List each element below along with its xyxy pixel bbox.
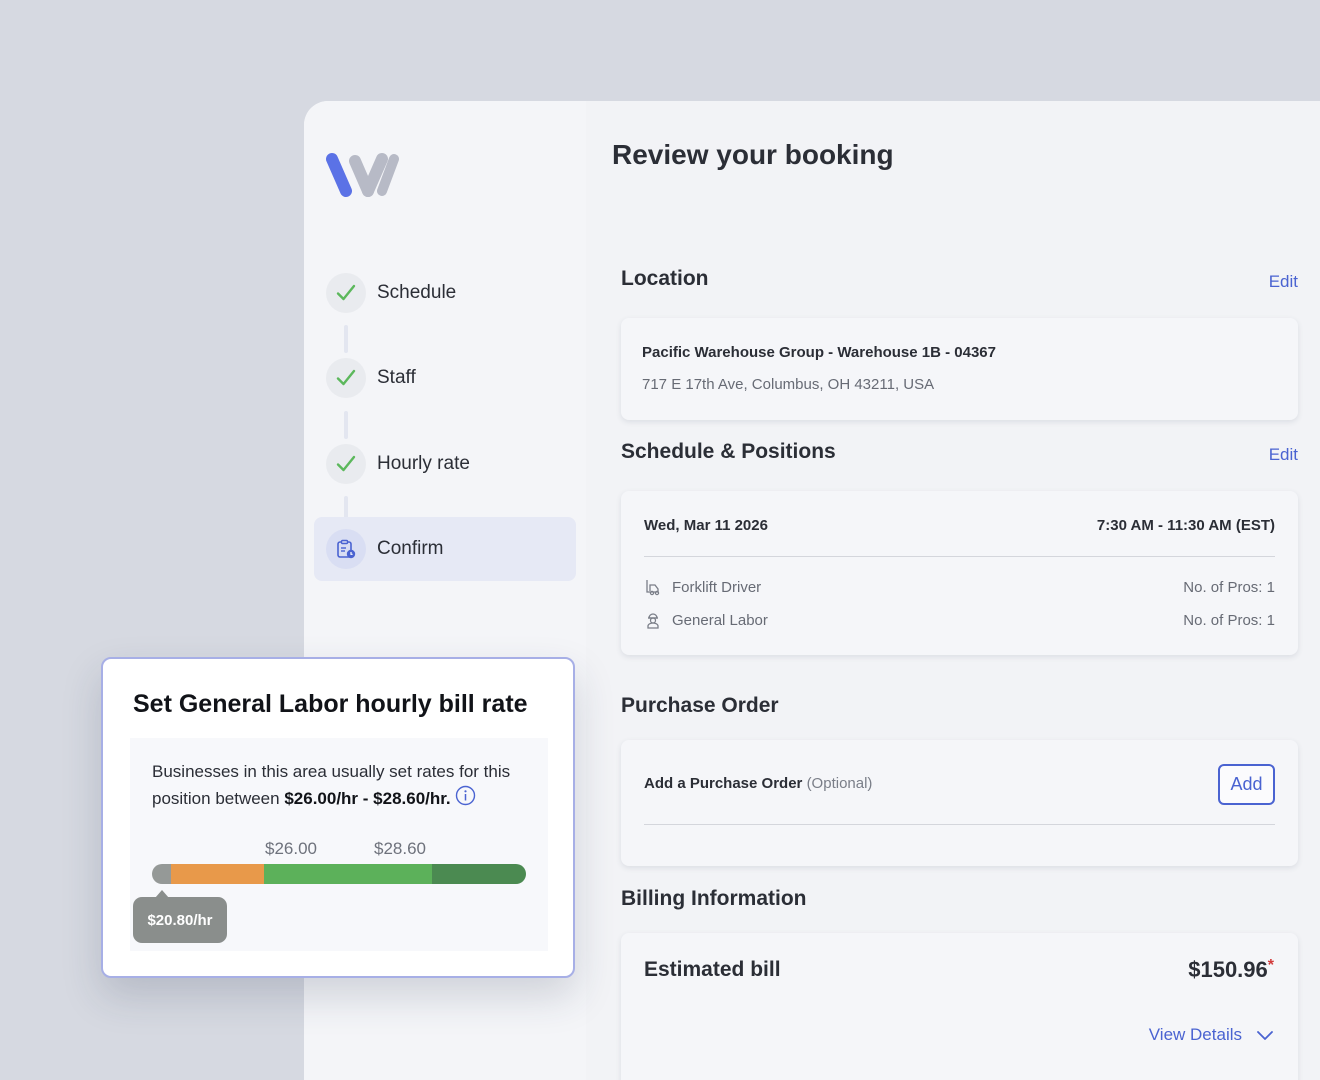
- position-name: General Labor: [672, 611, 768, 629]
- schedule-time: 7:30 AM - 11:30 AM (EST): [1096, 517, 1275, 534]
- main-content: Review your booking Location Edit Pacifi…: [586, 101, 1320, 1080]
- schedule-date: Wed, Mar 11 2026: [644, 517, 768, 534]
- step-confirm[interactable]: Confirm: [314, 517, 576, 581]
- rate-bar-segment-high: [432, 864, 526, 884]
- rate-range-bar[interactable]: [152, 864, 526, 884]
- location-card: Pacific Warehouse Group - Warehouse 1B -…: [621, 318, 1298, 420]
- purchase-order-label: Add a Purchase Order (Optional): [644, 775, 872, 792]
- check-icon: [326, 444, 366, 484]
- step-schedule[interactable]: Schedule: [314, 261, 576, 325]
- optional-tag: (Optional): [806, 775, 873, 792]
- rate-bar-segment-below-range: [152, 864, 171, 884]
- estimated-bill-amount: $150.96*: [1188, 957, 1274, 983]
- schedule-edit-link[interactable]: Edit: [1269, 445, 1298, 465]
- app-logo: [326, 153, 399, 197]
- step-label: Confirm: [377, 538, 444, 559]
- chevron-down-icon: [1257, 1031, 1273, 1040]
- hourly-rate-popup: Set General Labor hourly bill rate Busin…: [101, 657, 575, 978]
- location-name: Pacific Warehouse Group - Warehouse 1B -…: [642, 344, 996, 361]
- divider: [644, 824, 1275, 825]
- step-label: Staff: [377, 367, 416, 388]
- step-label: Schedule: [377, 282, 457, 303]
- position-row: General Labor No. of Pros: 1: [644, 609, 1275, 631]
- required-asterisk: *: [1267, 957, 1274, 974]
- rate-bar-segment-low: [170, 864, 265, 884]
- step-hourly-rate[interactable]: Hourly rate: [314, 432, 576, 496]
- check-icon: [326, 358, 366, 398]
- position-name: Forklift Driver: [672, 578, 762, 596]
- current-rate-tooltip: $20.80/hr: [133, 890, 227, 943]
- clipboard-icon: [326, 529, 366, 569]
- location-heading: Location: [621, 267, 709, 290]
- view-details-link[interactable]: View Details: [1149, 1025, 1274, 1045]
- info-icon[interactable]: [455, 785, 476, 814]
- tick-label-low: $26.00: [265, 839, 317, 858]
- check-icon: [326, 273, 366, 313]
- location-address: 717 E 17th Ave, Columbus, OH 43211, USA: [642, 376, 935, 393]
- position-count: No. of Pros: 1: [1183, 578, 1275, 596]
- estimated-bill-label: Estimated bill: [644, 958, 781, 981]
- purchase-order-heading: Purchase Order: [621, 694, 779, 717]
- purchase-order-label-text: Add a Purchase Order: [644, 775, 803, 792]
- rate-range: $26.00/hr - $28.60/hr.: [284, 788, 451, 808]
- divider: [644, 556, 1275, 557]
- purchase-order-card: Add a Purchase Order (Optional) Add: [621, 740, 1298, 866]
- rate-bar-segment-typical: [264, 864, 433, 884]
- billing-heading: Billing Information: [621, 887, 807, 910]
- schedule-card: Wed, Mar 11 2026 7:30 AM - 11:30 AM (EST…: [621, 491, 1298, 655]
- step-staff[interactable]: Staff: [314, 346, 576, 410]
- location-edit-link[interactable]: Edit: [1269, 272, 1298, 292]
- bill-amount-value: $150.96: [1188, 957, 1268, 982]
- forklift-icon: [646, 580, 660, 596]
- page-title: Review your booking: [612, 139, 894, 170]
- position-count: No. of Pros: 1: [1183, 611, 1275, 629]
- tick-label-high: $28.60: [374, 839, 426, 858]
- step-label: Hourly rate: [377, 453, 470, 474]
- worker-icon: [647, 613, 659, 629]
- add-purchase-order-button[interactable]: Add: [1218, 764, 1275, 805]
- position-row: Forklift Driver No. of Pros: 1: [644, 576, 1275, 598]
- billing-card: Estimated bill $150.96* View Details: [621, 933, 1298, 1080]
- view-details-label: View Details: [1148, 1025, 1242, 1044]
- rate-info-panel: Businesses in this area usually set rate…: [130, 738, 548, 951]
- rate-description: Businesses in this area usually set rate…: [152, 759, 522, 814]
- popup-title: Set General Labor hourly bill rate: [133, 690, 528, 718]
- schedule-heading: Schedule & Positions: [621, 440, 836, 463]
